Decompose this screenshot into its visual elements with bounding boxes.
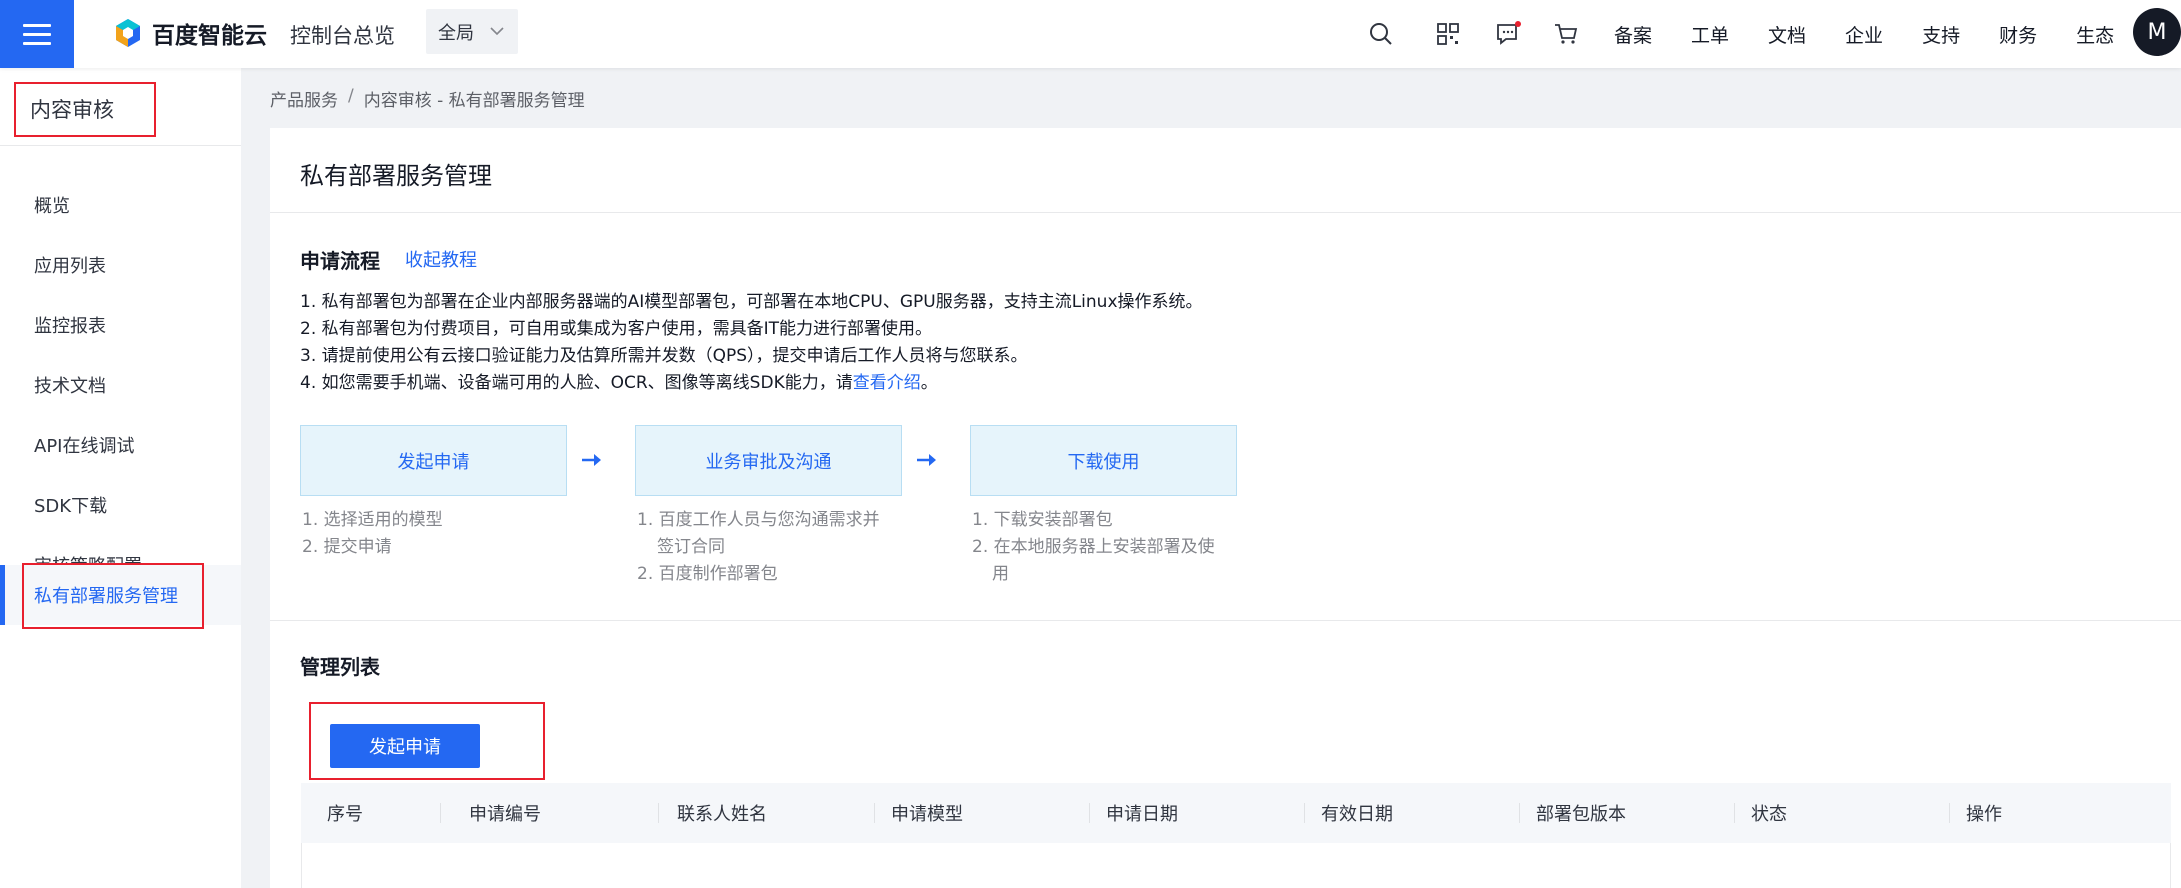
cloud-logo-icon bbox=[116, 19, 140, 47]
breadcrumb: 产品服务 / 内容审核 - 私有部署服务管理 bbox=[270, 86, 585, 111]
note-line: 2. 在本地服务器上安装部署及使 bbox=[972, 537, 1215, 557]
rule-line-4-end: 。 bbox=[920, 373, 938, 393]
sidebar-divider bbox=[0, 145, 241, 146]
col-apply-number: 申请编号 bbox=[441, 783, 659, 843]
view-intro-link[interactable]: 查看介绍 bbox=[853, 373, 921, 393]
note-line: 用 bbox=[992, 564, 1009, 584]
nav-link-support[interactable]: 支持 bbox=[1922, 21, 1960, 48]
note-line: 1. 下载安装部署包 bbox=[972, 510, 1113, 530]
col-valid-date: 有效日期 bbox=[1305, 783, 1520, 843]
arrow-right-icon bbox=[917, 454, 936, 466]
region-select[interactable]: 全局 bbox=[426, 9, 518, 54]
col-actions: 操作 bbox=[1966, 804, 2002, 825]
card-divider bbox=[270, 212, 2181, 213]
sidebar-item-monitor-report[interactable]: 监控报表 bbox=[0, 295, 241, 355]
apply-button[interactable]: 发起申请 bbox=[330, 724, 480, 768]
col-apply-date: 申请日期 bbox=[1090, 783, 1305, 843]
rule-line-3: 3. 请提前使用公有云接口验证能力及估算所需并发数（QPS），提交申请后工作人员… bbox=[300, 346, 1028, 366]
arrow-right-icon bbox=[582, 454, 601, 466]
nav-link-enterprise[interactable]: 企业 bbox=[1845, 21, 1883, 48]
col-status: 状态 bbox=[1735, 783, 1950, 843]
step-apply: 发起申请 bbox=[300, 425, 567, 496]
col-index: 序号 bbox=[301, 783, 441, 843]
region-value: 全局 bbox=[438, 22, 474, 44]
nav-link-ticket[interactable]: 工单 bbox=[1691, 21, 1729, 48]
process-title: 申请流程 bbox=[300, 249, 380, 273]
breadcrumb-separator: / bbox=[348, 86, 354, 106]
page-title: 私有部署服务管理 bbox=[300, 162, 492, 190]
breadcrumb-root[interactable]: 产品服务 bbox=[270, 86, 338, 111]
nav-link-ecosystem[interactable]: 生态 bbox=[2076, 21, 2114, 48]
section-divider bbox=[270, 620, 2181, 621]
notification-dot bbox=[1515, 21, 1521, 27]
sidebar-item-sdk-download[interactable]: SDK下载 bbox=[0, 475, 241, 535]
table-header: 序号 申请编号 联系人姓名 申请模型 申请日期 有效日期 部署包版本 状态 操作 bbox=[301, 783, 2171, 843]
highlight-box bbox=[14, 82, 156, 137]
qr-code-icon[interactable] bbox=[1435, 21, 1461, 47]
table-body bbox=[301, 843, 2171, 888]
note-line: 2. 百度制作部署包 bbox=[637, 564, 778, 584]
note-line: 1. 选择适用的模型 bbox=[302, 510, 443, 530]
rule-line-2: 2. 私有部署包为付费项目，可自用或集成为客户使用，需具备IT能力进行部署使用。 bbox=[300, 319, 933, 339]
hamburger-menu-button[interactable] bbox=[0, 0, 74, 68]
collapse-tutorial-link[interactable]: 收起教程 bbox=[405, 246, 477, 272]
step-download: 下载使用 bbox=[970, 425, 1237, 496]
note-line: 2. 提交申请 bbox=[302, 537, 392, 557]
list-title: 管理列表 bbox=[300, 655, 380, 679]
note-line: 1. 百度工作人员与您沟通需求并 bbox=[637, 510, 880, 530]
note-line: 签订合同 bbox=[657, 537, 725, 557]
sidebar-item-overview[interactable]: 概览 bbox=[0, 175, 241, 235]
sidebar: 内容审核 概览 应用列表 监控报表 技术文档 API在线调试 SDK下载 审核策… bbox=[0, 68, 241, 888]
nav-link-docs[interactable]: 文档 bbox=[1768, 21, 1806, 48]
top-nav-links: 备案 工单 文档 企业 支持 财务 生态 bbox=[1614, 18, 2153, 50]
sidebar-item-tech-docs[interactable]: 技术文档 bbox=[0, 355, 241, 415]
menu-icon bbox=[23, 18, 51, 51]
top-bar: 百度智能云 控制台总览 全局 备案 工单 文档 企业 支持 财务 生态 M bbox=[0, 0, 2181, 68]
rule-line-4-text: 4. 如您需要手机端、设备端可用的人脸、OCR、图像等离线SDK能力，请 bbox=[300, 373, 853, 393]
nav-link-finance[interactable]: 财务 bbox=[1999, 21, 2037, 48]
breadcrumb-current: 内容审核 - 私有部署服务管理 bbox=[363, 91, 585, 111]
search-icon[interactable] bbox=[1368, 21, 1394, 47]
step-apply-notes: 1. 选择适用的模型 2. 提交申请 bbox=[302, 507, 443, 561]
user-avatar[interactable]: M bbox=[2133, 8, 2181, 56]
shopping-cart-icon[interactable] bbox=[1553, 21, 1579, 47]
highlight-box bbox=[22, 563, 204, 629]
main-card: 私有部署服务管理 申请流程 收起教程 1. 私有部署包为部署在企业内部服务器端的… bbox=[270, 128, 2181, 888]
console-overview-link[interactable]: 控制台总览 bbox=[290, 20, 395, 50]
nav-link-filing[interactable]: 备案 bbox=[1614, 21, 1652, 48]
step-approval: 业务审批及沟通 bbox=[635, 425, 902, 496]
rule-line-4: 4. 如您需要手机端、设备端可用的人脸、OCR、图像等离线SDK能力，请查看介绍… bbox=[300, 368, 938, 393]
rule-line-1: 1. 私有部署包为部署在企业内部服务器端的AI模型部署包，可部署在本地CPU、G… bbox=[300, 292, 1203, 312]
brand-logo[interactable]: 百度智能云 bbox=[112, 15, 267, 51]
sidebar-item-app-list[interactable]: 应用列表 bbox=[0, 235, 241, 295]
step-download-notes: 1. 下载安装部署包 2. 在本地服务器上安装部署及使 用 bbox=[972, 507, 1215, 588]
col-package-version: 部署包版本 bbox=[1520, 783, 1735, 843]
col-contact-name: 联系人姓名 bbox=[659, 783, 875, 843]
sidebar-item-api-debug[interactable]: API在线调试 bbox=[0, 415, 241, 475]
col-apply-model: 申请模型 bbox=[875, 783, 1090, 843]
message-icon[interactable] bbox=[1494, 20, 1522, 48]
chevron-down-icon bbox=[490, 27, 504, 36]
brand-name: 百度智能云 bbox=[152, 23, 267, 49]
step-approval-notes: 1. 百度工作人员与您沟通需求并 签订合同 2. 百度制作部署包 bbox=[637, 507, 880, 588]
